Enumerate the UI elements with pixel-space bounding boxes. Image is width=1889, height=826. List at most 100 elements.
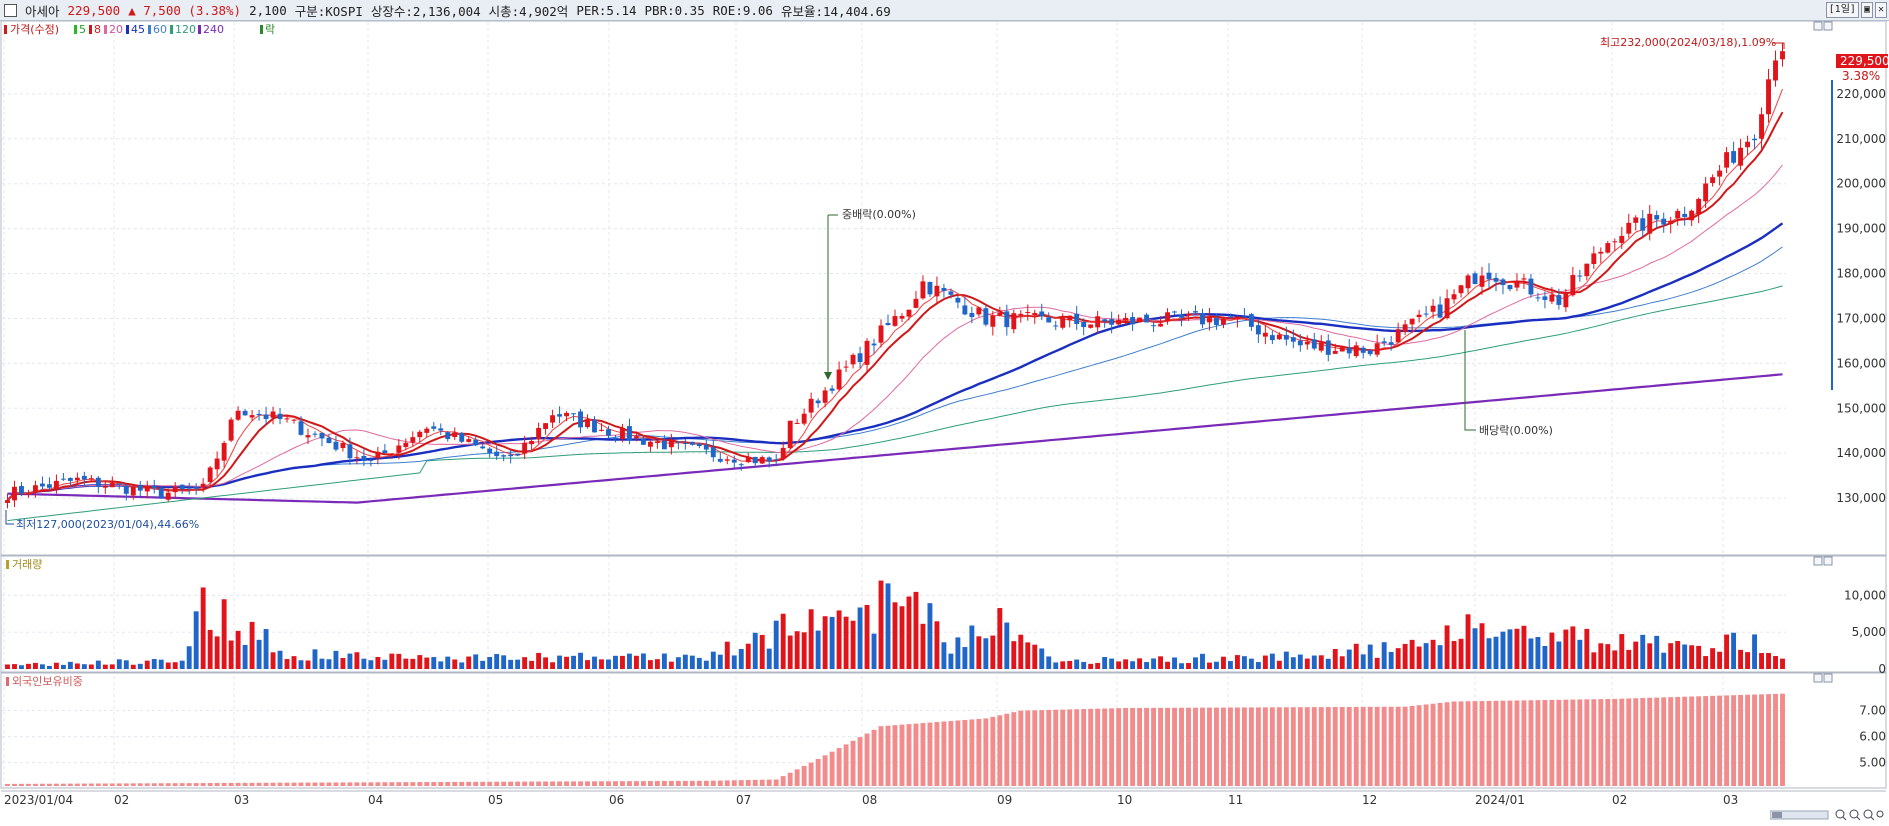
volume-bar bbox=[1151, 658, 1157, 669]
zoom-controls[interactable] bbox=[1770, 808, 1885, 822]
volume-bar bbox=[906, 596, 912, 669]
candle-body bbox=[1346, 347, 1352, 354]
zoom-reset-icon[interactable] bbox=[1863, 809, 1873, 819]
volume-bar bbox=[354, 652, 360, 669]
volume-bar bbox=[95, 660, 101, 669]
volume-bar bbox=[1262, 655, 1268, 669]
legend-drop: 락 bbox=[265, 23, 275, 36]
candle-body bbox=[340, 442, 346, 449]
volume-bar bbox=[941, 642, 947, 669]
candle-body bbox=[326, 437, 332, 444]
candle-body bbox=[794, 422, 800, 424]
volume-bar bbox=[976, 636, 982, 669]
candle-body bbox=[801, 413, 807, 424]
foreign-bar bbox=[1458, 701, 1464, 786]
foreign-bar bbox=[1325, 707, 1331, 786]
candle-body bbox=[1025, 311, 1031, 313]
volume-bar bbox=[1130, 661, 1136, 669]
panel-restore-icon-2 bbox=[1813, 673, 1823, 683]
volume-bar bbox=[836, 610, 842, 669]
chart-scrollbar[interactable] bbox=[1770, 808, 1885, 822]
foreign-bar bbox=[969, 719, 975, 786]
candle-body bbox=[1151, 325, 1157, 327]
foreign-bar bbox=[326, 782, 332, 786]
candle-body bbox=[585, 419, 590, 428]
candle-body bbox=[298, 421, 304, 435]
foreign-bar bbox=[382, 782, 388, 786]
volume-bar bbox=[291, 656, 297, 669]
candle-body bbox=[1647, 213, 1653, 234]
foreign-bar bbox=[1179, 707, 1184, 786]
volume-bar bbox=[144, 660, 150, 669]
chart-annotations: 중배락(0.00%) 배당락(0.00%) 최고232,000(2024/03/… bbox=[5, 36, 1889, 531]
ma45-line bbox=[6, 222, 1784, 501]
volume-bar bbox=[1738, 649, 1744, 669]
foreign-bar bbox=[1227, 707, 1233, 786]
volume-bar bbox=[46, 665, 52, 669]
volume-bar bbox=[1144, 662, 1150, 669]
volume-bar bbox=[1479, 623, 1485, 669]
legend-price: 가격(수정) bbox=[10, 23, 59, 36]
foreign-bar bbox=[137, 783, 143, 786]
volume-bar bbox=[878, 580, 884, 669]
volume-bar bbox=[515, 659, 521, 669]
candle-body bbox=[123, 485, 129, 494]
candle-body bbox=[452, 432, 458, 438]
foreign-bar bbox=[340, 782, 346, 786]
candle-body bbox=[766, 457, 772, 462]
foreign-bar bbox=[389, 782, 395, 786]
foreign-bar bbox=[522, 781, 528, 786]
volume-bar bbox=[487, 657, 493, 669]
candle-body bbox=[1717, 170, 1723, 177]
volume-bar bbox=[585, 660, 590, 669]
candle-body bbox=[1759, 114, 1764, 139]
volume-bar bbox=[165, 662, 171, 669]
volume-bar bbox=[452, 659, 458, 669]
price-y-tick: 170,000 bbox=[1836, 311, 1886, 325]
volume-bar bbox=[1046, 656, 1052, 669]
zoom-fit-icon[interactable] bbox=[1876, 810, 1884, 818]
foreign-bar bbox=[878, 726, 884, 786]
candle-body bbox=[1507, 284, 1513, 290]
volume-bar bbox=[1269, 653, 1275, 669]
price-y-tick: 180,000 bbox=[1836, 267, 1886, 281]
candle-body bbox=[1004, 311, 1010, 328]
volume-bar bbox=[1612, 650, 1618, 669]
foreign-bar bbox=[1130, 707, 1136, 786]
volume-bar bbox=[1179, 663, 1184, 669]
stock-chart[interactable]: 220,000 210,000 200,000 190,000 180,000 170,0… bbox=[0, 0, 1889, 826]
foreign-bar bbox=[550, 781, 556, 786]
foreign-bar bbox=[962, 719, 968, 786]
x-tick-label: 02 bbox=[114, 793, 129, 807]
foreign-bar bbox=[1067, 709, 1073, 786]
volume-bar bbox=[417, 655, 423, 669]
ma5-legend-icon bbox=[74, 25, 77, 34]
foreign-bar bbox=[116, 783, 122, 786]
foreign-bar bbox=[33, 783, 38, 786]
candle-body bbox=[1745, 141, 1751, 148]
foreign-bar bbox=[1682, 696, 1688, 786]
volume-bar bbox=[221, 599, 227, 669]
volume-bar bbox=[1214, 661, 1219, 669]
candle-body bbox=[1773, 60, 1778, 81]
volume-bar bbox=[864, 604, 870, 669]
zoom-in-icon[interactable] bbox=[1849, 809, 1859, 819]
foreign-bar bbox=[1689, 696, 1695, 786]
foreign-bar bbox=[1053, 709, 1059, 786]
candle-body bbox=[1332, 350, 1338, 354]
candle-body bbox=[1207, 316, 1212, 323]
foreign-bar bbox=[151, 783, 157, 786]
foreign-bar bbox=[1703, 696, 1709, 786]
volume-bar bbox=[123, 660, 129, 669]
candle-body bbox=[613, 437, 618, 440]
volume-bar bbox=[1290, 657, 1296, 669]
candle-body bbox=[410, 437, 416, 443]
volume-bar bbox=[927, 603, 933, 669]
foreign-bar bbox=[1773, 693, 1778, 786]
scroll-thumb[interactable] bbox=[1772, 812, 1782, 818]
zoom-out-icon[interactable] bbox=[1835, 809, 1845, 819]
candle-body bbox=[1116, 320, 1122, 325]
volume-bar bbox=[1081, 661, 1087, 669]
candle-body bbox=[1640, 218, 1646, 231]
candle-body bbox=[438, 428, 444, 431]
